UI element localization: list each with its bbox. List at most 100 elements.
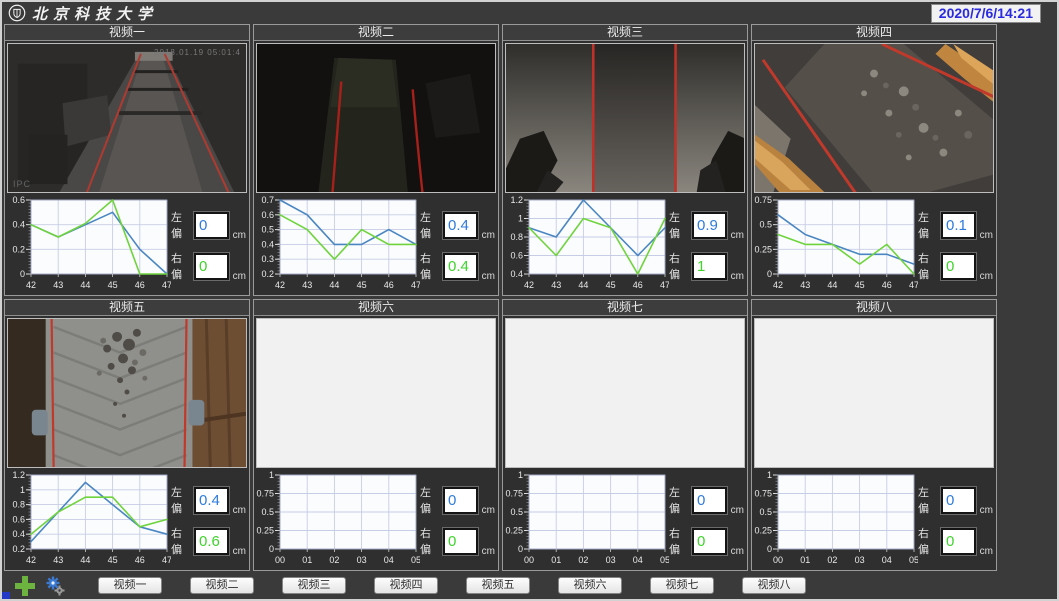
video-select-button-2[interactable]: 视频二 <box>190 577 254 594</box>
left-offset-value-field[interactable]: 0.4 <box>194 487 229 514</box>
left-offset-row: 左偏 0 cm <box>669 484 744 516</box>
video-select-button-6[interactable]: 视频六 <box>558 577 622 594</box>
svg-text:01: 01 <box>800 555 810 565</box>
right-unit-label: cm <box>482 271 495 282</box>
svg-text:03: 03 <box>606 555 616 565</box>
app-window: 北京科技大学 2020/7/6/14:21 视频一 <box>0 0 1059 601</box>
video-select-button-3[interactable]: 视频三 <box>282 577 346 594</box>
left-offset-row: 左偏 0.4 cm <box>171 484 246 516</box>
svg-text:0.6: 0.6 <box>510 251 523 261</box>
university-name: 北京科技大学 <box>32 3 158 24</box>
left-unit-label: cm <box>980 505 993 516</box>
left-unit-label: cm <box>731 230 744 241</box>
video-panel-4: 视频四 <box>751 24 997 296</box>
svg-text:46: 46 <box>135 280 145 290</box>
svg-text:03: 03 <box>357 555 367 565</box>
svg-text:45: 45 <box>108 555 118 565</box>
svg-text:0.2: 0.2 <box>12 544 25 554</box>
svg-text:04: 04 <box>384 555 394 565</box>
svg-text:44: 44 <box>80 555 90 565</box>
left-offset-label: 左偏 <box>669 484 688 516</box>
right-offset-value-field[interactable]: 0 <box>941 528 976 555</box>
svg-text:0.7: 0.7 <box>261 196 274 205</box>
right-offset-value-field[interactable]: 0 <box>692 528 727 555</box>
right-unit-label: cm <box>980 546 993 557</box>
left-offset-value-field[interactable]: 0.1 <box>941 212 976 239</box>
right-offset-value-field[interactable]: 0.4 <box>443 253 478 280</box>
right-offset-value-field[interactable]: 0 <box>443 528 478 555</box>
svg-text:43: 43 <box>53 280 63 290</box>
left-offset-value-field[interactable]: 0 <box>443 487 478 514</box>
left-offset-label: 左偏 <box>420 484 439 516</box>
dark-belt-scene <box>257 44 495 192</box>
panel-title-6: 视频六 <box>254 300 498 316</box>
video-select-button-4[interactable]: 视频四 <box>374 577 438 594</box>
video-panel-2: 视频二 0.20.30.40.50.60.7424344454647 左偏 0.… <box>253 24 499 296</box>
offset-trend-chart-6: 00.250.50.751000102030405 <box>254 471 420 571</box>
right-offset-value-field[interactable]: 0 <box>941 253 976 280</box>
gears-icon[interactable] <box>44 575 66 597</box>
svg-text:0.25: 0.25 <box>505 526 523 536</box>
right-offset-label: 右偏 <box>669 250 688 282</box>
datetime-display: 2020/7/6/14:21 <box>931 4 1041 23</box>
right-offset-row: 右偏 1 cm <box>669 250 744 282</box>
svg-text:0.75: 0.75 <box>505 489 523 499</box>
video-select-button-8[interactable]: 视频八 <box>742 577 806 594</box>
svg-text:0.5: 0.5 <box>261 507 274 517</box>
svg-text:1.2: 1.2 <box>510 196 523 205</box>
video-select-button-7[interactable]: 视频七 <box>650 577 714 594</box>
svg-text:00: 00 <box>773 555 783 565</box>
left-offset-row: 左偏 0 cm <box>171 209 246 241</box>
svg-text:02: 02 <box>329 555 339 565</box>
svg-text:45: 45 <box>357 280 367 290</box>
svg-text:42: 42 <box>524 280 534 290</box>
video-panel-5: 视频五 <box>4 299 250 571</box>
offset-trend-chart-7: 00.250.50.751000102030405 <box>503 471 669 571</box>
gravel-belt-topdown-scene <box>8 319 246 467</box>
svg-text:0.5: 0.5 <box>759 507 772 517</box>
offset-readouts-8: 左偏 0 cm 右偏 0 cm <box>918 470 996 571</box>
panel-title-1: 视频一 <box>5 25 249 41</box>
svg-text:0.4: 0.4 <box>12 529 25 539</box>
offset-readouts-6: 左偏 0 cm 右偏 0 cm <box>420 470 498 571</box>
panel-title-4: 视频四 <box>752 25 996 41</box>
left-offset-value-field[interactable]: 0 <box>194 212 229 239</box>
left-offset-value-field[interactable]: 0.9 <box>692 212 727 239</box>
svg-text:01: 01 <box>302 555 312 565</box>
offset-readouts-1: 左偏 0 cm 右偏 0 cm <box>171 195 249 296</box>
coal-belt-closeup-scene <box>755 44 993 192</box>
svg-text:0.75: 0.75 <box>754 489 772 499</box>
video-select-button-5[interactable]: 视频五 <box>466 577 530 594</box>
right-offset-row: 右偏 0 cm <box>420 525 495 557</box>
right-offset-label: 右偏 <box>420 525 439 557</box>
chart-strip-4: 00.250.50.75424344454647 左偏 0.1 cm 右偏 0 … <box>752 195 996 296</box>
svg-text:0.6: 0.6 <box>261 210 274 220</box>
right-offset-value-field[interactable]: 0.6 <box>194 528 229 555</box>
left-offset-value-field[interactable]: 0 <box>941 487 976 514</box>
video-feed-4 <box>754 43 994 193</box>
svg-text:0: 0 <box>20 269 25 279</box>
right-offset-label: 右偏 <box>171 250 190 282</box>
left-offset-row: 左偏 0.4 cm <box>420 209 495 241</box>
right-offset-label: 右偏 <box>171 525 190 557</box>
offset-readouts-3: 左偏 0.9 cm 右偏 1 cm <box>669 195 747 296</box>
video-feed-1: 2018.01.19 05:01:4 IPC <box>7 43 247 193</box>
svg-text:46: 46 <box>633 280 643 290</box>
left-offset-label: 左偏 <box>171 484 190 516</box>
offset-readouts-4: 左偏 0.1 cm 右偏 0 cm <box>918 195 996 296</box>
left-offset-value-field[interactable]: 0.4 <box>443 212 478 239</box>
svg-text:44: 44 <box>578 280 588 290</box>
left-offset-value-field[interactable]: 0 <box>692 487 727 514</box>
right-offset-value-field[interactable]: 0 <box>194 253 229 280</box>
left-offset-label: 左偏 <box>171 209 190 241</box>
video-feed-5 <box>7 318 247 468</box>
plus-icon[interactable] <box>14 575 36 597</box>
right-offset-value-field[interactable]: 1 <box>692 253 727 280</box>
svg-text:43: 43 <box>551 280 561 290</box>
foggy-belt-scene <box>506 44 744 192</box>
video-select-button-1[interactable]: 视频一 <box>98 577 162 594</box>
svg-text:0: 0 <box>767 544 772 554</box>
left-offset-label: 左偏 <box>918 484 937 516</box>
right-unit-label: cm <box>482 546 495 557</box>
right-unit-label: cm <box>731 271 744 282</box>
